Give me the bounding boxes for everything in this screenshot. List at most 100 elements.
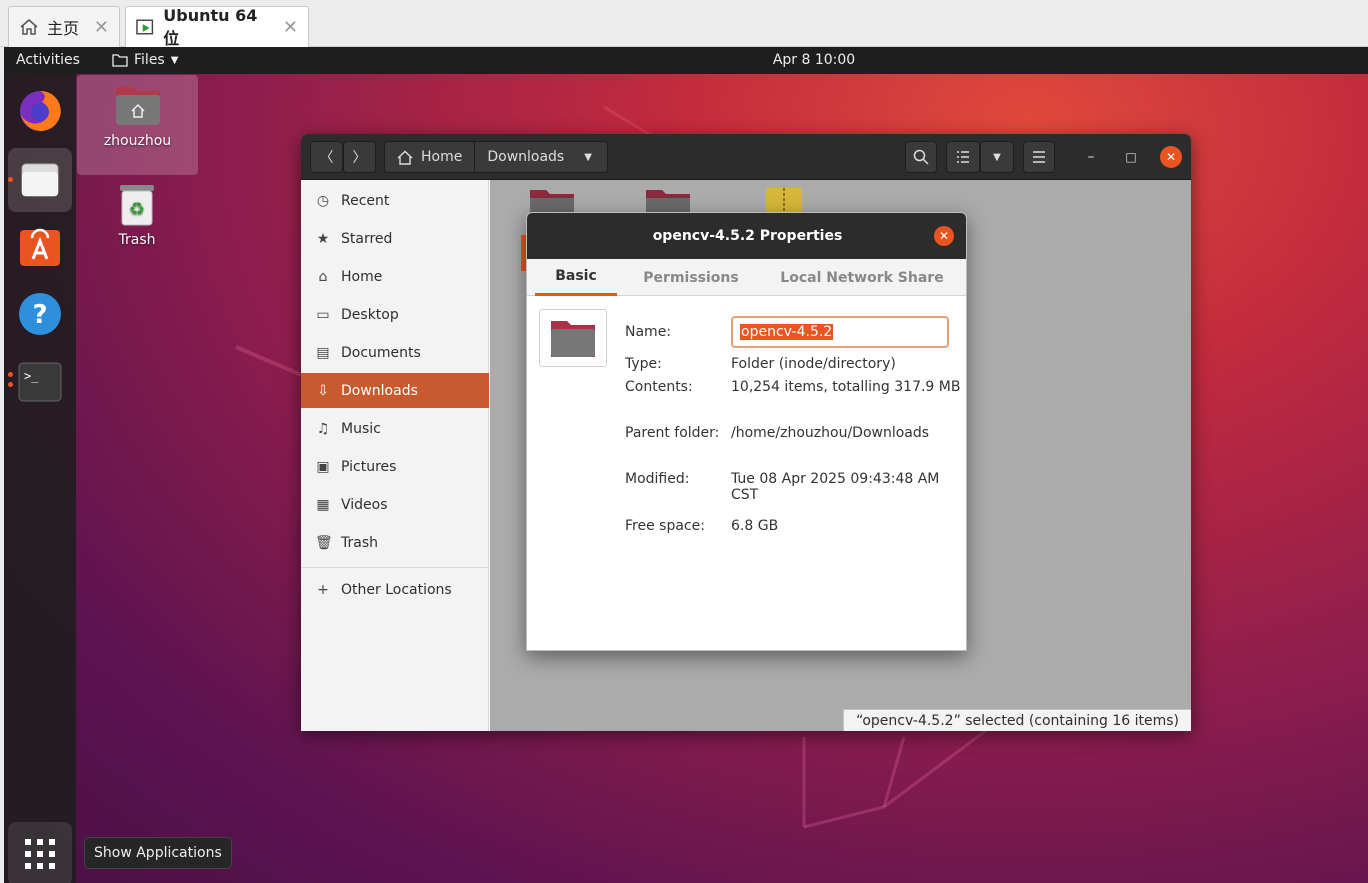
software-center-icon bbox=[20, 228, 60, 266]
dialog-close-button[interactable]: ✕ bbox=[934, 226, 954, 246]
firefox-launcher[interactable] bbox=[8, 78, 72, 142]
sidebar-item-label: Other Locations bbox=[341, 581, 452, 598]
firefox-icon bbox=[20, 90, 61, 131]
chevron-left-icon: 〈 bbox=[319, 150, 334, 166]
chevron-down-icon: ▼ bbox=[584, 151, 592, 163]
files-icon bbox=[21, 163, 59, 197]
hamburger-icon bbox=[1033, 151, 1045, 163]
svg-text:>_: >_ bbox=[24, 369, 39, 383]
sidebar-item-home[interactable]: ⌂ Home bbox=[301, 259, 489, 294]
trash-icon: 🗑 bbox=[315, 534, 333, 551]
sidebar-item-other-locations[interactable]: + Other Locations bbox=[301, 572, 489, 607]
running-indicator bbox=[8, 372, 13, 377]
svg-text:?: ? bbox=[32, 300, 47, 330]
chevron-down-icon: ▼ bbox=[993, 151, 1001, 163]
name-field[interactable]: opencv-4.5.2 bbox=[731, 316, 949, 348]
path-home[interactable]: Home bbox=[385, 142, 474, 172]
terminal-launcher[interactable]: >_ bbox=[8, 350, 72, 414]
folder-icon[interactable] bbox=[644, 188, 694, 214]
sidebar-item-label: Videos bbox=[341, 496, 388, 513]
help-icon: ? bbox=[19, 293, 61, 335]
sidebar-item-label: Documents bbox=[341, 344, 421, 361]
folder-preview[interactable] bbox=[539, 309, 607, 367]
desktop-icon-trash[interactable]: ♻ Trash bbox=[107, 182, 167, 248]
sidebar-item-recent[interactable]: ◷ Recent bbox=[301, 183, 489, 218]
back-button[interactable]: 〈 bbox=[310, 141, 343, 173]
free-space-value: 6.8 GB bbox=[731, 518, 779, 534]
document-icon: ▤ bbox=[316, 344, 330, 361]
sidebar-item-label: Pictures bbox=[341, 458, 397, 475]
svg-text:♻: ♻ bbox=[129, 199, 145, 220]
maximize-icon: □ bbox=[1125, 150, 1137, 164]
music-icon: ♫ bbox=[316, 420, 330, 437]
vm-tab-ubuntu-label: Ubuntu 64 位 bbox=[163, 5, 258, 48]
files-headerbar: 〈 〉 Home Downloads ▼ ▼ – □ ✕ bbox=[301, 134, 1191, 180]
main-menu-button[interactable] bbox=[1023, 141, 1055, 173]
desktop-icon-home[interactable]: zhouzhou bbox=[77, 75, 198, 175]
folder-icon[interactable] bbox=[528, 188, 578, 214]
vm-tab-ubuntu[interactable]: Ubuntu 64 位 ✕ bbox=[125, 5, 309, 48]
running-indicator bbox=[8, 177, 13, 182]
places-sidebar: ◷ Recent ★ Starred ⌂ Home ▭ Desktop ▤ Documen… bbox=[301, 180, 489, 731]
close-icon: ✕ bbox=[938, 229, 950, 243]
modified-value: Tue 08 Apr 2025 09:43:48 AM CST bbox=[731, 471, 940, 503]
search-icon bbox=[913, 149, 929, 165]
tab-basic[interactable]: Basic bbox=[535, 259, 617, 296]
desktop-icon: ▭ bbox=[316, 306, 330, 323]
status-bar: “opencv-4.5.2” selected (containing 16 i… bbox=[843, 709, 1191, 731]
forward-button[interactable]: 〉 bbox=[343, 141, 376, 173]
vm-tab-home-label: 主页 bbox=[47, 19, 80, 38]
home-icon: ⌂ bbox=[318, 268, 328, 285]
search-button[interactable] bbox=[905, 141, 937, 173]
help-launcher[interactable]: ? bbox=[8, 282, 72, 346]
parent-folder-value[interactable]: /home/zhouzhou/Downloads bbox=[731, 425, 929, 441]
show-applications-button[interactable] bbox=[8, 822, 72, 883]
vm-tab-home[interactable]: 主页 ✕ bbox=[8, 6, 120, 47]
sidebar-item-starred[interactable]: ★ Starred bbox=[301, 221, 489, 256]
sidebar-separator bbox=[301, 567, 489, 568]
view-list-button[interactable] bbox=[946, 141, 980, 173]
home-icon bbox=[20, 19, 38, 35]
files-launcher[interactable] bbox=[8, 148, 72, 212]
close-button[interactable]: ✕ bbox=[1160, 146, 1182, 168]
parent-folder-label: Parent folder: bbox=[625, 425, 720, 441]
sidebar-item-videos[interactable]: ▦ Videos bbox=[301, 487, 489, 522]
terminal-icon: >_ bbox=[18, 362, 62, 402]
sidebar-item-pictures[interactable]: ▣ Pictures bbox=[301, 449, 489, 484]
sidebar-item-label: Starred bbox=[341, 230, 393, 247]
modified-label: Modified: bbox=[625, 471, 690, 487]
close-icon[interactable]: ✕ bbox=[283, 17, 298, 38]
software-launcher[interactable] bbox=[8, 214, 72, 278]
home-folder-icon bbox=[115, 87, 160, 125]
running-indicator bbox=[8, 382, 13, 387]
contents-value: 10,254 items, totalling 317.9 MB bbox=[731, 379, 961, 395]
sidebar-item-trash[interactable]: 🗑 Trash bbox=[301, 525, 489, 560]
dock: ? >_ bbox=[4, 74, 76, 883]
sidebar-item-label: Music bbox=[341, 420, 381, 437]
sidebar-item-label: Downloads bbox=[341, 382, 418, 399]
clock[interactable]: Apr 8 10:00 bbox=[4, 52, 1368, 68]
path-home-label: Home bbox=[421, 149, 463, 165]
sidebar-item-desktop[interactable]: ▭ Desktop bbox=[301, 297, 489, 332]
trash-icon: ♻ bbox=[120, 185, 154, 226]
path-downloads[interactable]: Downloads ▼ bbox=[474, 142, 604, 172]
dialog-title: opencv-4.5.2 Properties bbox=[527, 213, 966, 259]
sidebar-item-music[interactable]: ♫ Music bbox=[301, 411, 489, 446]
close-icon[interactable]: ✕ bbox=[94, 17, 109, 38]
sidebar-item-downloads[interactable]: ⇩ Downloads bbox=[301, 373, 489, 408]
tab-local-network-share[interactable]: Local Network Share bbox=[777, 259, 947, 296]
star-icon: ★ bbox=[316, 230, 330, 247]
video-icon: ▦ bbox=[316, 496, 330, 513]
show-applications-tooltip: Show Applications bbox=[84, 837, 232, 869]
sidebar-item-documents[interactable]: ▤ Documents bbox=[301, 335, 489, 370]
vm-icon bbox=[136, 19, 154, 35]
view-options-button[interactable]: ▼ bbox=[980, 141, 1014, 173]
archive-icon[interactable] bbox=[764, 186, 804, 214]
maximize-button[interactable]: □ bbox=[1120, 146, 1142, 168]
tab-permissions[interactable]: Permissions bbox=[633, 259, 749, 296]
home-icon bbox=[397, 150, 413, 165]
picture-icon: ▣ bbox=[316, 458, 330, 475]
path-bar: Home Downloads ▼ bbox=[384, 141, 608, 173]
minimize-button[interactable]: – bbox=[1080, 146, 1102, 168]
plus-icon: + bbox=[317, 581, 329, 598]
